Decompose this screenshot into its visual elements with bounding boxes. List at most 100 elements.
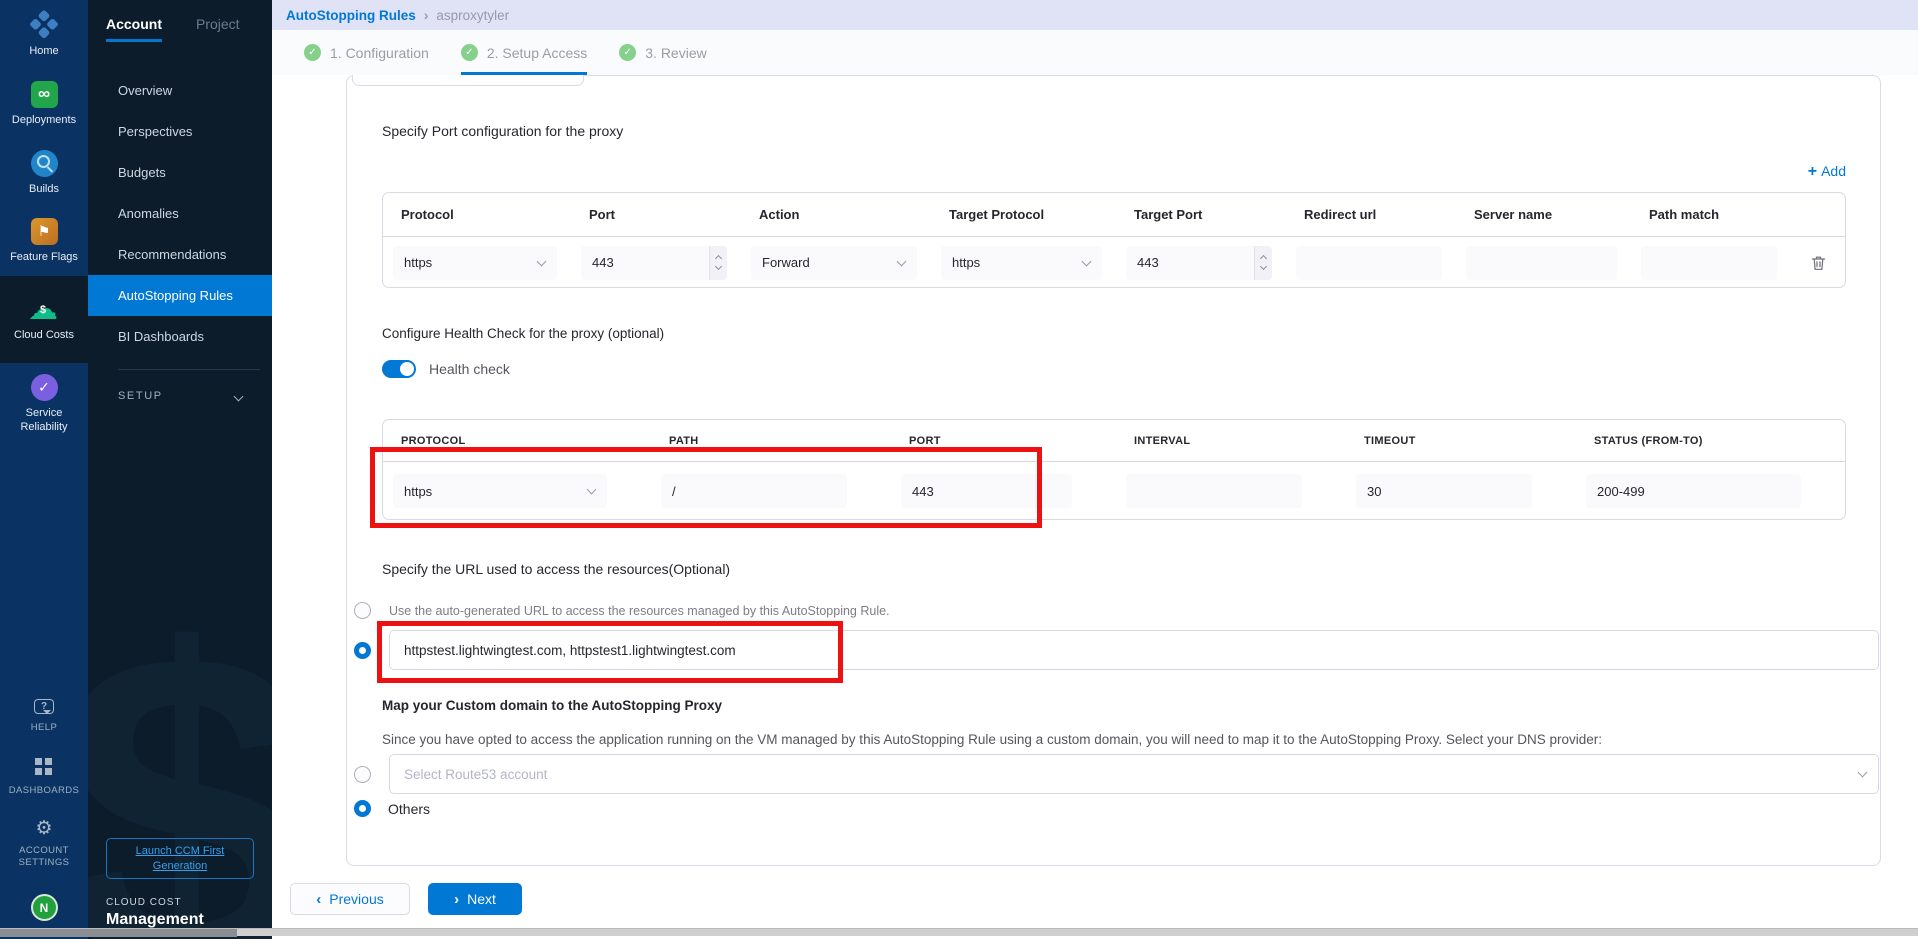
user-avatar[interactable]: N	[31, 894, 58, 921]
custom-url-radio[interactable]	[354, 642, 371, 659]
hc-path-value: /	[672, 484, 676, 499]
hc-timeout-input[interactable]: 30	[1356, 474, 1532, 508]
dashboards-icon	[35, 758, 53, 776]
protocol-select[interactable]: https	[393, 246, 557, 280]
chevron-down-icon	[1858, 768, 1868, 778]
tab-account[interactable]: Account	[106, 16, 162, 42]
hc-status-value: 200-499	[1597, 484, 1645, 499]
delete-row-button[interactable]	[1791, 237, 1845, 288]
hc-protocol-select[interactable]: https	[393, 474, 607, 508]
auto-url-radio[interactable]	[354, 602, 371, 619]
server-name-input[interactable]	[1466, 246, 1617, 280]
breadcrumb-link-autostopping-rules[interactable]: AutoStopping Rules	[286, 8, 416, 23]
hc-timeout-value: 30	[1367, 484, 1381, 499]
dns-section-heading: Map your Custom domain to the AutoStoppi…	[382, 698, 722, 713]
nav-item-feature-flags[interactable]: Feature Flags	[0, 207, 88, 276]
gear-icon	[35, 819, 52, 839]
col-hc-protocol: PROTOCOL	[383, 435, 651, 447]
health-table-header: PROTOCOL PATH PORT INTERVAL TIMEOUT STAT…	[383, 420, 1845, 462]
nav-item-account-settings[interactable]: ACCOUNT SETTINGS	[0, 808, 88, 880]
scrollbar-thumb[interactable]	[0, 929, 237, 937]
breadcrumb-separator-icon: ›	[424, 7, 429, 23]
others-radio[interactable]	[354, 800, 371, 817]
sidebar-item-autostopping-rules[interactable]: AutoStopping Rules	[88, 275, 272, 316]
col-hc-port: PORT	[891, 435, 1116, 447]
nav-item-home[interactable]: Home	[0, 0, 88, 70]
nav-item-builds[interactable]: Builds	[0, 139, 88, 208]
hc-port-value: 443	[912, 484, 934, 499]
custom-url-input[interactable]	[389, 630, 1879, 670]
deployments-icon	[31, 81, 58, 108]
step-label: 3. Review	[645, 45, 706, 61]
chevron-down-icon	[537, 256, 547, 266]
sidebar-setup-toggle[interactable]: SETUP	[88, 370, 272, 402]
health-check-toggle[interactable]	[382, 360, 416, 378]
target-port-value: 443	[1137, 255, 1159, 270]
sidebar-item-recommendations[interactable]: Recommendations	[88, 234, 272, 275]
horizontal-scrollbar	[0, 928, 1918, 936]
add-port-row-button[interactable]: +Add	[1732, 163, 1846, 181]
nav-label: Service Reliability	[4, 407, 84, 435]
cloud-costs-icon: ☁$	[27, 296, 61, 323]
dns-section-description: Since you have opted to access the appli…	[382, 732, 1862, 747]
product-name: Management	[106, 911, 254, 929]
step-configuration[interactable]: 1. Configuration	[304, 44, 429, 75]
sidebar-footer: Launch CCM First Generation CLOUD COST M…	[88, 838, 272, 939]
sidebar-item-bi-dashboards[interactable]: BI Dashboards	[88, 316, 272, 357]
step-label: 1. Configuration	[330, 45, 429, 61]
port-table-header: Protocol Port Action Target Protocol Tar…	[383, 193, 1845, 237]
target-port-input[interactable]: 443	[1126, 246, 1272, 280]
redirect-url-input[interactable]	[1296, 246, 1442, 280]
setup-label: SETUP	[118, 390, 163, 402]
nav-label: Feature Flags	[10, 251, 78, 265]
step-review[interactable]: 3. Review	[619, 44, 706, 75]
nav-item-cloud-costs[interactable]: ☁$ Cloud Costs	[0, 276, 88, 363]
previous-button[interactable]: ‹ Previous	[290, 883, 410, 915]
nav-label: DASHBOARDS	[9, 785, 80, 797]
hc-status-input[interactable]: 200-499	[1586, 474, 1801, 508]
nav-item-dashboards[interactable]: DASHBOARDS	[0, 744, 88, 808]
sidebar-item-overview[interactable]: Overview	[88, 70, 272, 111]
health-check-table: PROTOCOL PATH PORT INTERVAL TIMEOUT STAT…	[382, 419, 1846, 520]
nav-item-help[interactable]: HELP	[0, 684, 88, 745]
path-match-input[interactable]	[1641, 246, 1777, 280]
nav-item-deployments[interactable]: Deployments	[0, 70, 88, 139]
action-value: Forward	[762, 255, 810, 270]
service-reliability-icon	[31, 374, 58, 401]
nav-item-service-reliability[interactable]: Service Reliability	[0, 363, 88, 446]
col-protocol: Protocol	[383, 207, 571, 222]
number-stepper[interactable]	[1254, 246, 1272, 280]
chevron-down-icon	[587, 485, 597, 495]
nav-label: ACCOUNT SETTINGS	[4, 845, 84, 869]
check-circle-icon	[304, 44, 321, 61]
port-value: 443	[592, 255, 614, 270]
step-setup-access[interactable]: 2. Setup Access	[461, 44, 587, 75]
number-stepper[interactable]	[709, 246, 727, 280]
port-input[interactable]: 443	[581, 246, 727, 280]
hc-port-input[interactable]: 443	[901, 474, 1072, 508]
module-sidebar: $ Account Project Overview Perspectives …	[88, 0, 272, 939]
sidebar-item-perspectives[interactable]: Perspectives	[88, 111, 272, 152]
route53-radio[interactable]	[354, 766, 371, 783]
action-select[interactable]: Forward	[751, 246, 917, 280]
target-protocol-select[interactable]: https	[941, 246, 1102, 280]
col-action: Action	[741, 207, 931, 222]
nav-label: Cloud Costs	[14, 329, 74, 343]
trash-icon	[1811, 255, 1826, 271]
product-eyebrow: CLOUD COST	[106, 897, 254, 908]
health-check-toggle-row: Health check	[382, 360, 510, 378]
hc-interval-input[interactable]	[1126, 474, 1302, 508]
tab-project[interactable]: Project	[196, 16, 240, 42]
chevron-right-icon: ›	[454, 891, 459, 908]
hc-path-input[interactable]: /	[661, 474, 847, 508]
help-icon	[34, 699, 54, 714]
next-button[interactable]: › Next	[428, 883, 522, 915]
chevron-left-icon: ‹	[316, 891, 321, 908]
sidebar-item-anomalies[interactable]: Anomalies	[88, 193, 272, 234]
auto-url-label: Use the auto-generated URL to access the…	[389, 604, 890, 618]
others-label: Others	[388, 801, 430, 817]
route53-account-select[interactable]: Select Route53 account	[389, 754, 1879, 794]
launch-ccm-first-gen-button[interactable]: Launch CCM First Generation	[106, 838, 254, 879]
sidebar-item-budgets[interactable]: Budgets	[88, 152, 272, 193]
main-content: AutoStopping Rules › asproxytyler 1. Con…	[272, 0, 1918, 939]
